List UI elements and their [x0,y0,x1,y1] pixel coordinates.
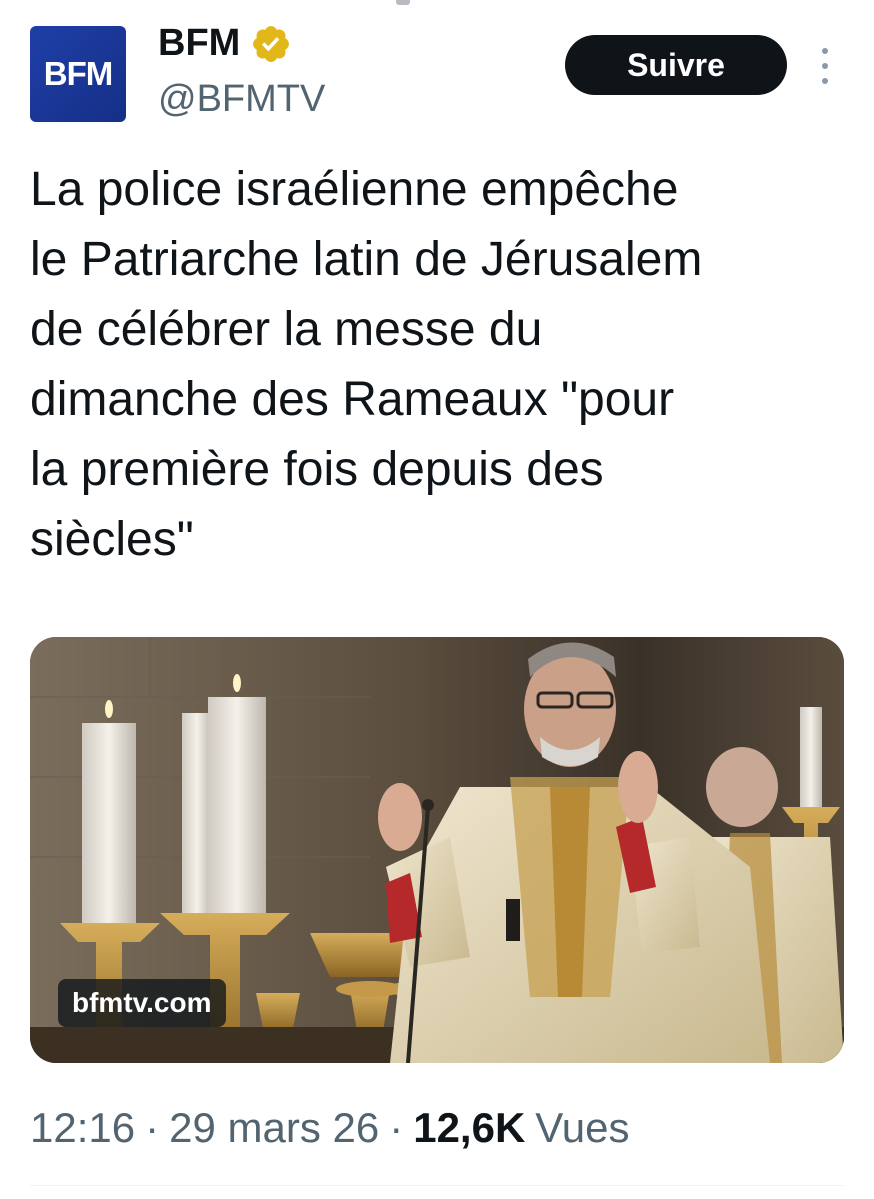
media-source-link[interactable]: bfmtv.com [58,979,226,1027]
more-vertical-icon[interactable] [810,48,840,84]
tweet-page: BFM BFM @BFMTV Suivre La police israélie… [0,0,874,1199]
tweet-date[interactable]: 29 mars 26 [169,1104,379,1152]
tweet-media-photo[interactable]: bfmtv.com [30,637,844,1063]
views-label: Vues [535,1104,630,1151]
tweet-text: La police israélienne empêche le Patriar… [30,163,703,566]
divider [30,1185,844,1186]
tweet-meta: 12:16 · 29 mars 26 · 12,6K Vues [30,1104,629,1152]
handle[interactable]: @BFMTV [158,78,325,121]
tweet-header: BFM BFM @BFMTV Suivre [30,20,844,130]
name-row: BFM [158,22,292,65]
meta-separator: · [389,1104,404,1151]
display-name[interactable]: BFM [158,22,240,65]
tweet-time[interactable]: 12:16 [30,1104,135,1152]
follow-button[interactable]: Suivre [565,35,787,95]
views-count[interactable]: 12,6K [413,1104,525,1152]
previous-content-sliver [0,0,874,8]
avatar-logo-text: BFM [43,55,113,92]
meta-separator: · [145,1104,160,1151]
avatar[interactable]: BFM [30,26,126,122]
verified-badge-icon [250,23,292,65]
